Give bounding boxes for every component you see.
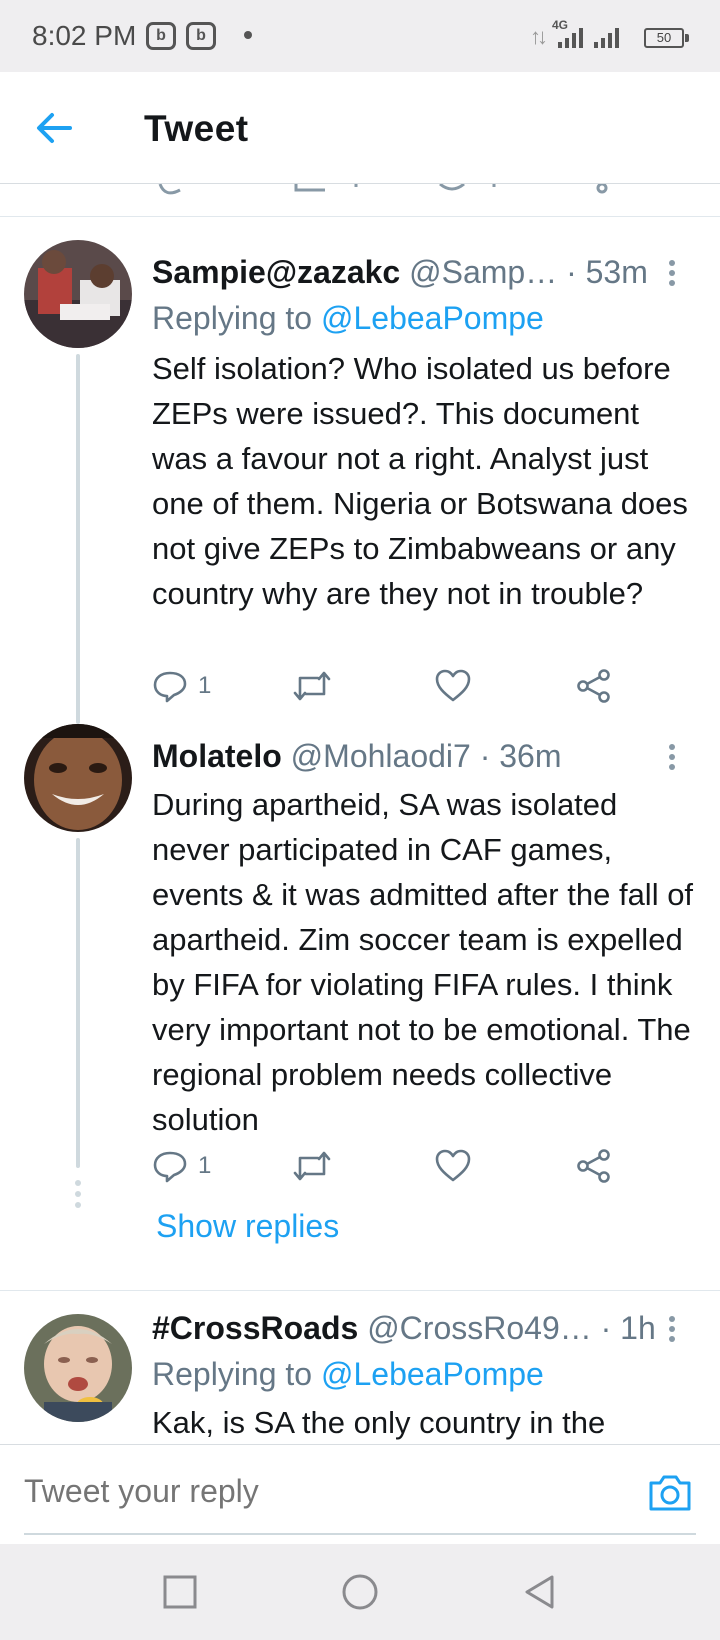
tweet-card[interactable]: Molatelo @Mohlaodi7 · 36m During aparthe… [0,724,720,1254]
screen: 8:02 PM b b ↑↓ 4G 50 Tweet Sampie@zazakc… [0,0,720,1640]
replying-to: Replying to @LebeaPompe [152,300,544,337]
display-name[interactable]: #CrossRoads [152,1310,358,1346]
share-icon [577,1149,610,1183]
battery-tip [685,34,689,42]
status-time: 8:02 PM [32,20,137,51]
thread-continuation-dots [74,1180,82,1213]
replying-to-label: Replying to [152,1356,313,1392]
reply-icon [153,1151,187,1183]
signal-strength-icon-2 [594,26,624,48]
retweet-icon [293,671,331,701]
share-button[interactable] [576,666,612,706]
user-handle[interactable]: @Mohlaodi7 [291,738,471,774]
signal-strength-icon [558,26,588,48]
reply-input[interactable] [24,1469,624,1513]
reply-icon [153,671,187,703]
thread-line [76,838,80,1168]
tweet-header: #CrossRoads @CrossRo49… · 1h [152,1310,656,1347]
avatar-photo [24,724,132,832]
tweet-text: Kak, is SA the only country in the [152,1405,606,1440]
avatar-photo [24,240,132,348]
tweet-actions: 1 [152,666,632,706]
mention-link[interactable]: @LebeaPompe [321,300,544,336]
system-nav-bar [0,1544,720,1640]
reply-thread[interactable]: Sampie@zazakc @Samp… · 53m Replying to @… [0,184,720,1444]
home-button[interactable] [338,1570,382,1614]
avatar[interactable] [24,724,132,832]
camera-button[interactable] [646,1469,694,1517]
tweet-actions: 1 [152,1146,632,1186]
camera-icon [649,1475,691,1511]
more-options-icon[interactable] [664,740,680,780]
display-name[interactable]: Sampie@zazakc [152,254,400,290]
share-button[interactable] [576,1146,612,1186]
divider [0,1290,720,1291]
tweet-card[interactable]: Sampie@zazakc @Samp… · 53m Replying to @… [0,216,720,736]
tweet-timestamp: · 1h [600,1310,656,1346]
tweet-timestamp: · 36m [479,738,562,774]
heart-icon [435,669,471,702]
mention-link[interactable]: @LebeaPompe [321,1356,544,1392]
tweet-text: Self isolation? Who isolated us before Z… [152,351,688,611]
retweet-icon [293,1151,331,1181]
clipped-action-icons [158,184,608,195]
retweet-button[interactable] [292,1146,332,1186]
notification-dot-icon [244,31,252,39]
previous-tweet-actions [0,184,720,217]
circle-icon [342,1574,378,1610]
avatar[interactable] [24,240,132,348]
share-icon [577,669,610,703]
user-handle[interactable]: @CrossRo49… [367,1310,592,1346]
page-title: Tweet [144,108,249,149]
reply-composer [0,1444,720,1544]
tweet-card[interactable]: #CrossRoads @CrossRo49… · 1h Replying to… [0,1310,720,1444]
reply-button[interactable]: 1 [152,1146,211,1186]
reply-count: 1 [198,1152,212,1179]
arrow-left-icon [37,113,72,143]
square-icon [163,1575,197,1609]
reply-button[interactable]: 1 [152,666,211,706]
avatar[interactable] [24,1314,132,1422]
reply-count: 1 [198,672,212,699]
tweet-text: During apartheid, SA was isolated never … [152,787,694,1137]
app-notification-icon-2: b [186,22,216,50]
retweet-button[interactable] [292,666,332,706]
data-transfer-icon: ↑↓ [530,24,548,49]
thread-line [76,354,80,724]
app-notification-icon: b [146,22,176,50]
triangle-back-icon [525,1575,554,1609]
status-bar: 8:02 PM b b ↑↓ 4G 50 [0,0,720,72]
tweet-header: Molatelo @Mohlaodi7 · 36m [152,738,562,775]
user-handle[interactable]: @Samp… [409,254,557,290]
more-options-icon[interactable] [664,256,680,296]
heart-icon [435,1149,471,1182]
more-options-icon[interactable] [664,1312,680,1352]
back-nav-button[interactable] [518,1570,562,1614]
back-button[interactable] [30,102,82,154]
status-indicators: ↑↓ 4G 50 [530,18,690,54]
app-header: Tweet [0,72,720,184]
recents-button[interactable] [158,1570,202,1614]
like-button[interactable] [434,1146,472,1186]
tweet-timestamp: · 53m [566,254,648,290]
replying-to-label: Replying to [152,300,313,336]
like-button[interactable] [434,666,472,706]
show-replies-link[interactable]: Show replies [156,1208,339,1245]
battery-icon: 50 [644,28,684,48]
input-underline [24,1533,696,1535]
avatar-photo [24,1314,132,1422]
replying-to: Replying to @LebeaPompe [152,1356,544,1393]
display-name[interactable]: Molatelo [152,738,282,774]
tweet-header: Sampie@zazakc @Samp… · 53m [152,254,648,291]
